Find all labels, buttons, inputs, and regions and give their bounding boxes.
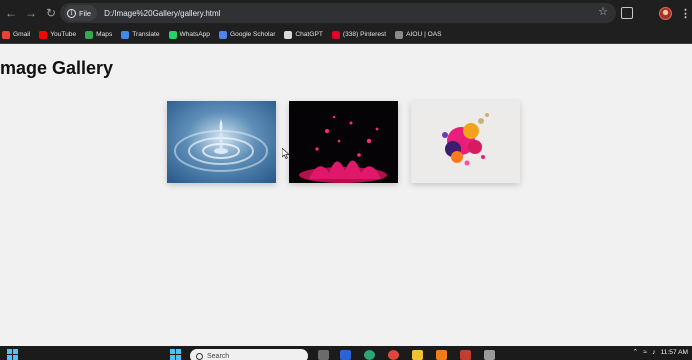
reload-icon[interactable]: ↻ — [42, 4, 60, 22]
translate-icon — [121, 30, 130, 39]
bookmark-label: AIOU | OAS — [406, 31, 442, 38]
wifi-icon[interactable]: ≈ — [643, 349, 647, 356]
widgets-icon[interactable] — [7, 349, 18, 360]
bookmark-item[interactable]: WhatsApp — [168, 30, 210, 39]
back-icon[interactable]: ← — [2, 4, 20, 22]
search-placeholder: Search — [207, 352, 230, 360]
maps-icon — [85, 30, 94, 39]
bookmark-item[interactable]: AIOU | OAS — [395, 30, 442, 39]
pink-splash-image[interactable] — [289, 101, 398, 183]
whatsapp-icon — [168, 30, 177, 39]
bookmark-label: Translate — [132, 31, 160, 38]
file-explorer-icon[interactable] — [412, 350, 423, 360]
forward-icon[interactable]: → — [22, 4, 40, 22]
aiou-icon — [395, 30, 404, 39]
system-tray: ⌃ ≈ ♪ 11:57 AM — [632, 348, 688, 357]
bookmark-star-icon[interactable]: ☆ — [598, 5, 608, 18]
gmail-icon — [2, 30, 10, 39]
chatgpt-icon — [284, 30, 293, 39]
bookmark-item[interactable]: ChatGPT — [284, 30, 323, 39]
teams-icon[interactable] — [340, 350, 351, 360]
photos-icon[interactable] — [460, 350, 471, 360]
menu-kebab-icon[interactable]: ⋮ — [680, 7, 691, 20]
chrome-icon[interactable] — [388, 350, 399, 360]
bookmark-item[interactable]: Gmail — [2, 30, 31, 39]
info-icon: i — [67, 8, 76, 18]
chevron-up-icon[interactable]: ⌃ — [632, 348, 638, 356]
browser-toolbar: ← → ↻ i File D:/Image%20Gallery/gallery.… — [0, 0, 692, 26]
bookmark-label: (338) Pinterest — [342, 31, 387, 38]
windows-taskbar: Search ⌃ ≈ ♪ 11:57 AM — [0, 346, 692, 360]
bookmark-item[interactable]: Maps — [85, 30, 113, 39]
mouse-cursor-icon — [282, 148, 290, 159]
page-content: Image Gallery — [0, 45, 692, 346]
youtube-icon — [39, 30, 48, 39]
start-button[interactable] — [170, 349, 181, 360]
bookmark-label: Gmail — [13, 31, 31, 38]
paint-splash-image[interactable] — [411, 101, 520, 183]
vlc-icon[interactable] — [436, 350, 447, 360]
page-title: Image Gallery — [0, 58, 114, 78]
water-drop-image[interactable] — [167, 101, 276, 183]
site-info-chip[interactable]: i File — [64, 5, 98, 21]
scholar-icon — [218, 30, 227, 39]
taskbar-search[interactable]: Search — [190, 349, 308, 360]
volume-icon[interactable]: ♪ — [652, 349, 656, 356]
bookmark-label: WhatsApp — [179, 31, 210, 38]
url-text[interactable]: D:/Image%20Gallery/gallery.html — [104, 9, 220, 18]
extensions-icon[interactable] — [621, 7, 633, 19]
bookmark-label: ChatGPT — [295, 31, 323, 38]
image-gallery — [167, 101, 520, 183]
bookmark-item[interactable]: (338) Pinterest — [331, 30, 387, 39]
bookmark-item[interactable]: Google Scholar — [218, 30, 276, 39]
clock[interactable]: 11:57 AM — [661, 349, 688, 356]
bookmarks-bar: Gmail YouTube Maps Translate WhatsApp Google … — [0, 26, 692, 44]
edge-icon[interactable] — [364, 350, 375, 360]
bookmark-label: Google Scholar — [229, 31, 276, 38]
taskbar-app-icon[interactable] — [484, 350, 495, 360]
address-bar[interactable]: i File D:/Image%20Gallery/gallery.html ☆ — [60, 3, 616, 23]
task-view-icon[interactable] — [318, 350, 329, 360]
url-chip-label: File — [79, 8, 92, 18]
bookmark-item[interactable]: Translate — [121, 30, 160, 39]
bookmark-label: YouTube — [50, 31, 77, 38]
pinterest-icon — [331, 30, 340, 39]
search-icon — [196, 352, 203, 360]
bookmark-item[interactable]: YouTube — [39, 30, 77, 39]
profile-avatar[interactable] — [659, 6, 672, 20]
bookmark-label: Maps — [96, 31, 113, 38]
